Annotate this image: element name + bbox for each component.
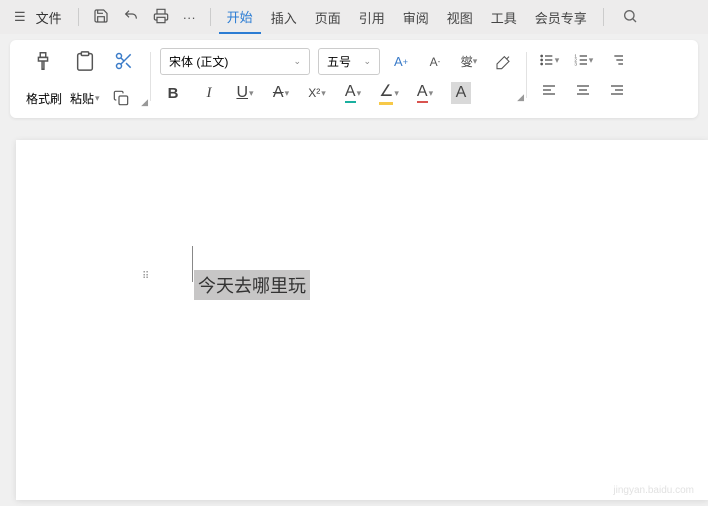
print-icon[interactable]: [147, 4, 175, 31]
paste-button[interactable]: [68, 48, 102, 80]
clipboard-group: 格式刷 粘贴▾ ◢: [22, 48, 150, 110]
tab-view[interactable]: 视图: [439, 2, 481, 33]
tab-insert[interactable]: 插入: [263, 2, 305, 33]
cut-button[interactable]: [108, 49, 140, 79]
svg-text:3: 3: [574, 61, 577, 66]
bold-button[interactable]: B: [160, 81, 186, 105]
font-name-value: 宋体 (正文): [169, 53, 228, 70]
paste-label[interactable]: 粘贴▾: [70, 90, 100, 107]
tab-reference[interactable]: 引用: [351, 2, 393, 33]
divider: [78, 8, 79, 26]
tab-review[interactable]: 审阅: [395, 2, 437, 33]
italic-button[interactable]: I: [196, 81, 222, 105]
shrink-font-button[interactable]: A-: [422, 50, 448, 74]
top-menubar: ☰ 文件 ··· 开始 插入 页面 引用 审阅 视图 工具 会员专享: [0, 0, 708, 34]
chevron-down-icon: ⌄: [293, 56, 301, 67]
format-painter-button[interactable]: [26, 48, 60, 80]
drag-handle-icon[interactable]: ⠿: [142, 274, 148, 279]
highlight-button[interactable]: ∠▾: [376, 81, 402, 105]
strikethrough-button[interactable]: A▾: [268, 81, 294, 105]
selected-text[interactable]: 今天去哪里玩: [194, 270, 310, 300]
tab-start[interactable]: 开始: [219, 1, 261, 34]
save-icon[interactable]: [87, 4, 115, 31]
multilevel-list-button[interactable]: [604, 48, 630, 72]
number-list-button[interactable]: 123▾: [570, 48, 596, 72]
font-name-select[interactable]: 宋体 (正文) ⌄: [160, 48, 310, 75]
chevron-down-icon: ⌄: [363, 56, 371, 67]
tab-page[interactable]: 页面: [307, 2, 349, 33]
undo-icon[interactable]: [117, 4, 145, 31]
grow-font-button[interactable]: A+: [388, 50, 414, 74]
phonetic-button[interactable]: 燮▾: [456, 50, 482, 74]
file-menu[interactable]: 文件: [36, 8, 62, 27]
group-launcher-icon[interactable]: ◢: [141, 97, 148, 108]
superscript-button[interactable]: X²▾: [304, 81, 330, 105]
group-launcher-icon[interactable]: ◢: [517, 92, 524, 103]
more-icon[interactable]: ···: [177, 6, 202, 29]
search-icon[interactable]: [616, 4, 644, 31]
tab-tools[interactable]: 工具: [483, 2, 525, 33]
shading-button[interactable]: A: [448, 81, 474, 105]
tab-vip[interactable]: 会员专享: [527, 2, 595, 33]
font-size-select[interactable]: 五号 ⌄: [318, 48, 380, 75]
scissors-icon: [114, 51, 134, 77]
align-left-button[interactable]: [536, 78, 562, 102]
divider: [210, 8, 211, 26]
clear-format-button[interactable]: [490, 50, 516, 74]
align-center-button[interactable]: [570, 78, 596, 102]
align-right-button[interactable]: [604, 78, 630, 102]
document-page[interactable]: ⠿ 今天去哪里玩: [16, 140, 708, 500]
bullet-list-button[interactable]: ▾: [536, 48, 562, 72]
underline-button[interactable]: U▾: [232, 81, 258, 105]
clipboard-icon: [74, 50, 96, 78]
font-size-value: 五号: [327, 53, 351, 70]
paragraph-group: ▾ 123▾: [526, 48, 640, 102]
text-cursor: [192, 246, 193, 282]
divider: [603, 8, 604, 26]
copy-icon[interactable]: [108, 86, 134, 110]
hamburger-icon[interactable]: ☰: [8, 5, 32, 29]
paintbrush-icon: [32, 50, 54, 78]
format-painter-label[interactable]: 格式刷: [26, 90, 62, 107]
font-color-button[interactable]: A▾: [412, 81, 438, 105]
font-group: 宋体 (正文) ⌄ 五号 ⌄ A+ A- 燮▾ B I U▾ A▾ X²▾ A▾…: [150, 48, 526, 105]
text-effect-button[interactable]: A▾: [340, 81, 366, 105]
ribbon-toolbar: 格式刷 粘贴▾ ◢ 宋体 (正文) ⌄ 五号 ⌄ A+ A- 燮▾: [10, 40, 698, 118]
